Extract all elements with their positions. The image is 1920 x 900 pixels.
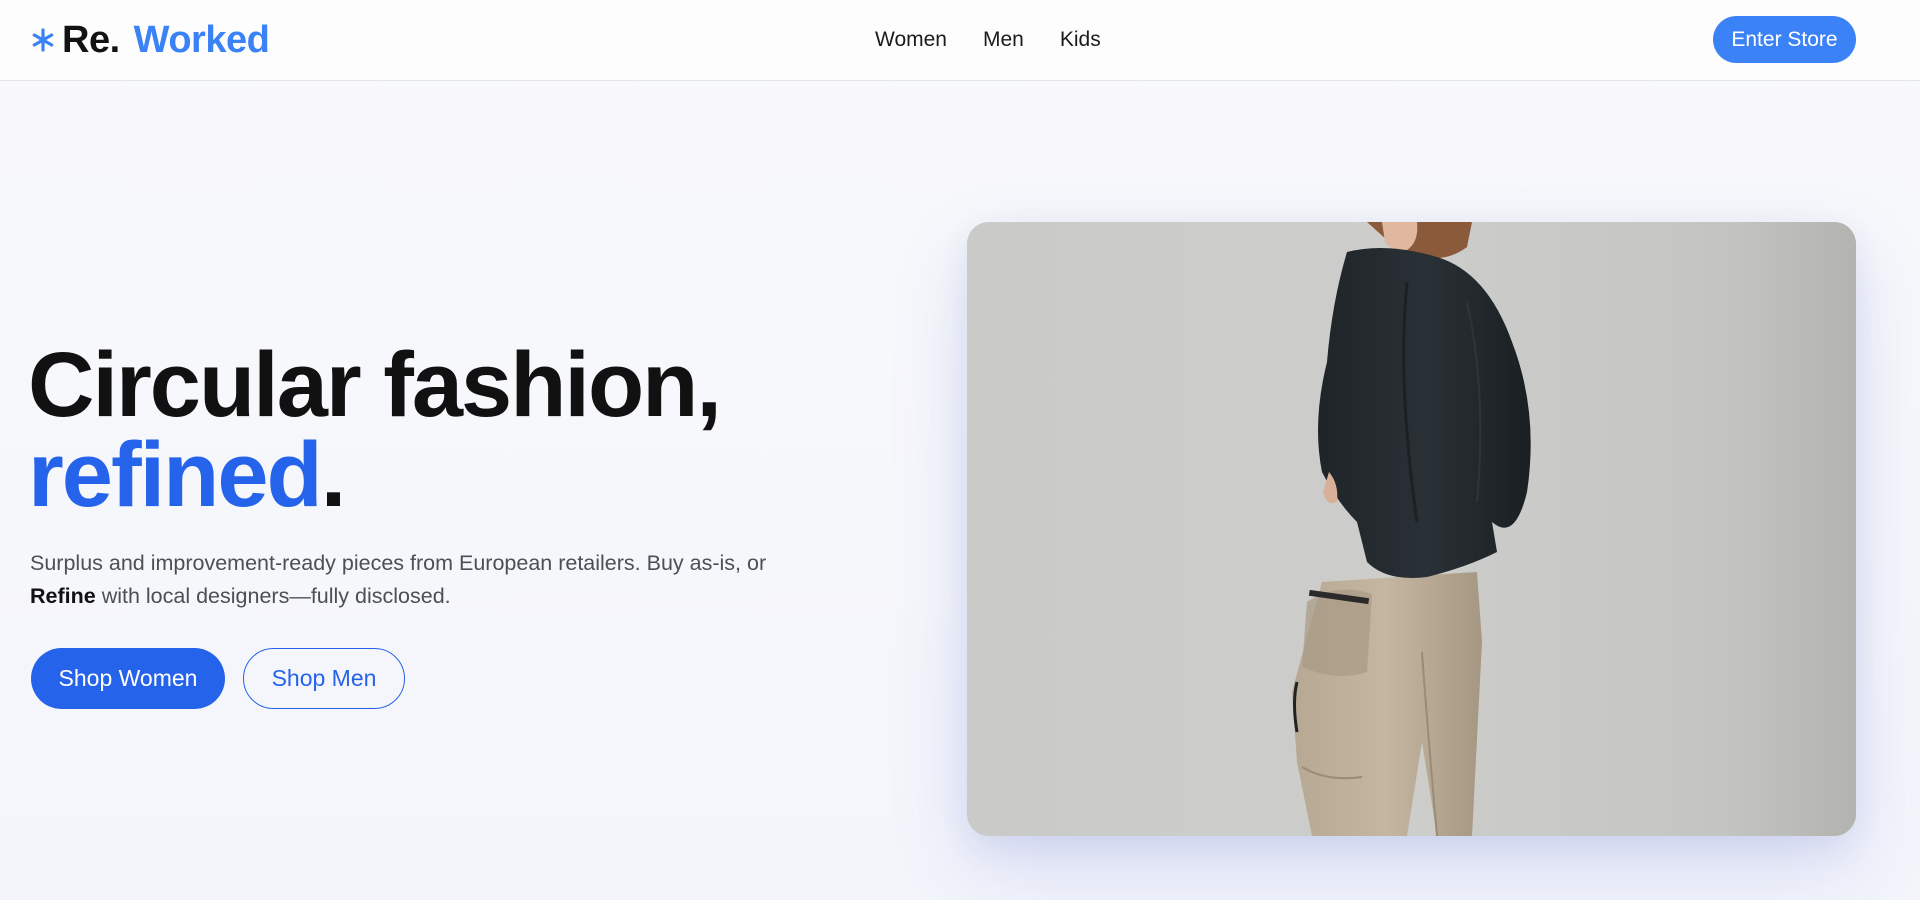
hero-title-accent: refined [28, 424, 323, 526]
hero-title: Circular fashion, refined. [28, 339, 722, 521]
nav-link-women[interactable]: Women [875, 26, 947, 54]
nav-link-kids[interactable]: Kids [1060, 26, 1101, 54]
hero-subtitle-part1: Surplus and improvement-ready pieces fro… [30, 551, 767, 575]
logo-text-worked: Worked [133, 18, 270, 61]
logo-text-re: Re. [62, 18, 120, 61]
enter-store-button[interactable]: Enter Store [1713, 16, 1856, 63]
page: Re. Worked Women Men Kids Enter Store Ci… [0, 0, 1920, 900]
shop-men-button[interactable]: Shop Men [243, 648, 405, 709]
hero-title-end: . [320, 424, 347, 526]
hero-subtitle: Surplus and improvement-ready pieces fro… [30, 547, 780, 613]
hero-subtitle-part2: with local designers—fully disclosed. [95, 584, 451, 608]
hero-photo-model [967, 222, 1856, 836]
star-icon [32, 28, 54, 52]
logo-link[interactable]: Re. Worked [30, 18, 270, 62]
hero-title-line1: Circular fashion, [28, 334, 722, 436]
hero-image [967, 222, 1856, 836]
site-header: Re. Worked Women Men Kids Enter Store [0, 0, 1920, 81]
main-nav: Women Men Kids [875, 26, 1101, 54]
nav-link-men[interactable]: Men [983, 26, 1024, 54]
hero-subtitle-refine: Refine [30, 584, 96, 608]
shop-women-button[interactable]: Shop Women [31, 648, 225, 709]
